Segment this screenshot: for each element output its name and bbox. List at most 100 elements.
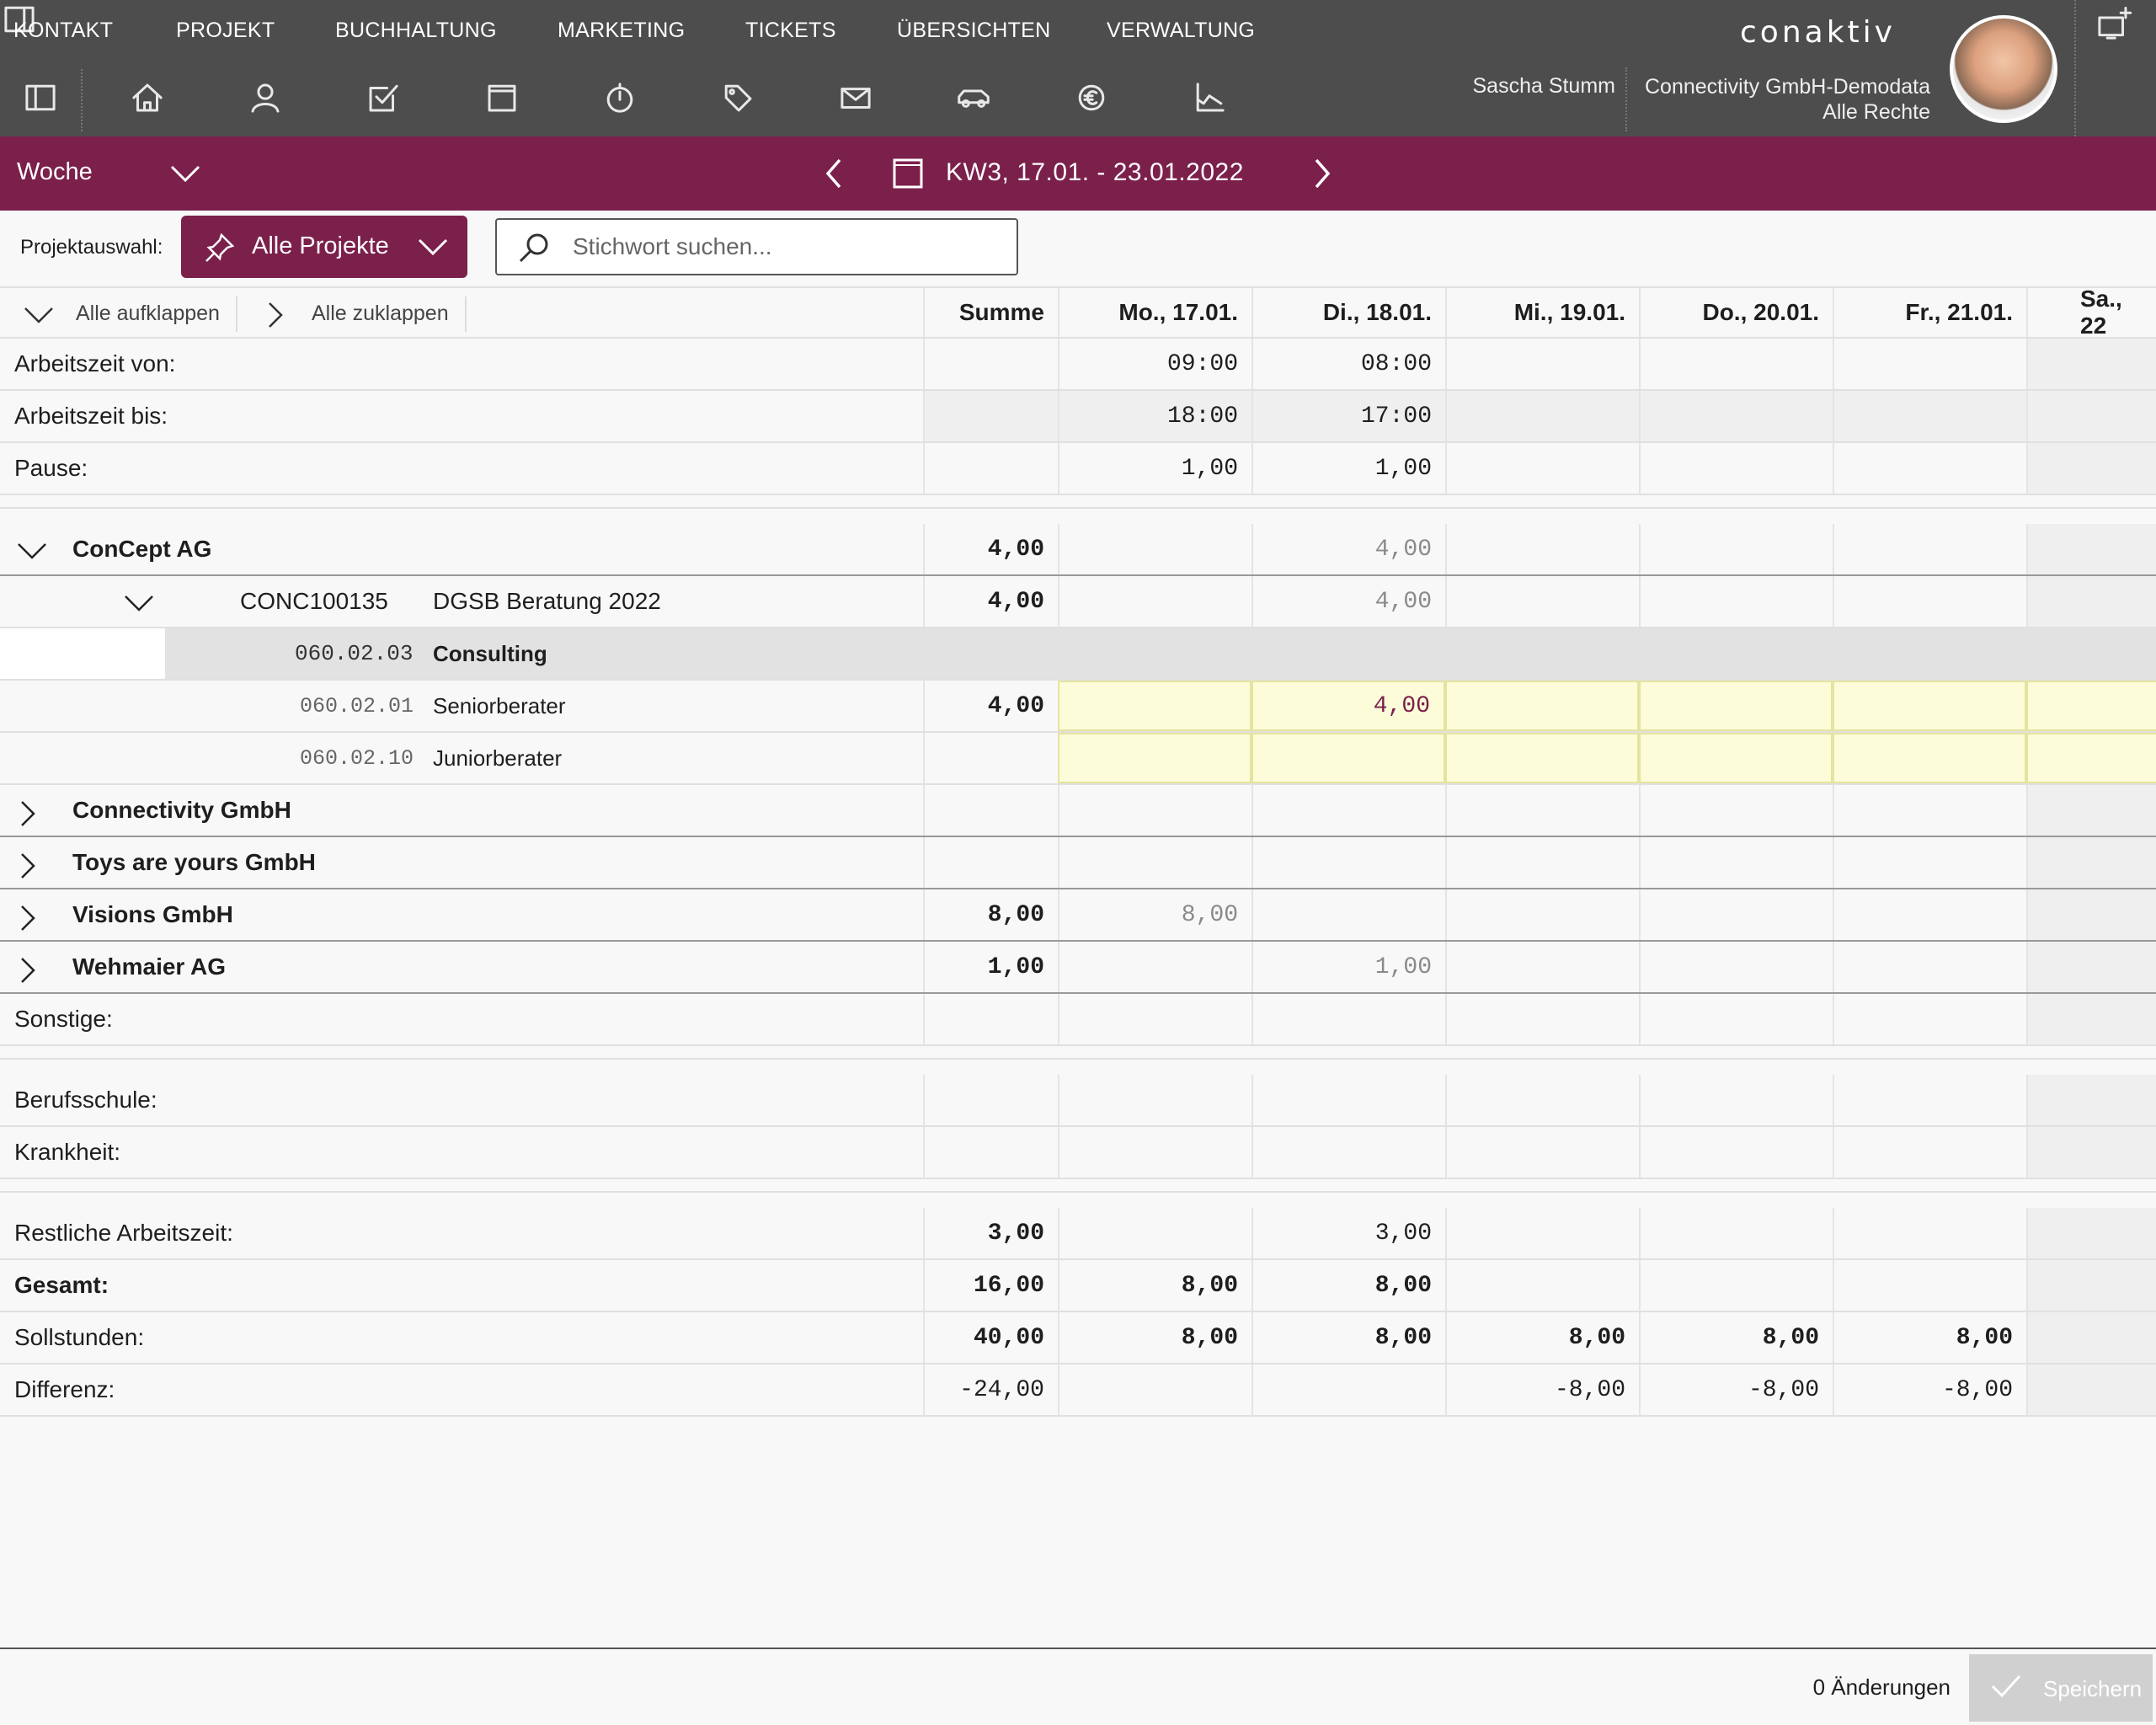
cell-di[interactable]: 08:00 <box>1251 339 1445 389</box>
cell-do: 8,00 <box>1639 1312 1833 1363</box>
menu-kontakt[interactable]: KONTAKT <box>13 19 113 43</box>
activity-code: 060.02.01 <box>300 693 414 718</box>
cell-mi[interactable] <box>1445 681 1639 731</box>
expand-row-icon[interactable] <box>15 955 40 990</box>
cell-do[interactable] <box>1639 733 1833 783</box>
menu-marketing[interactable]: MARKETING <box>558 19 685 43</box>
section-divider <box>0 1191 2156 1193</box>
cell-sum: 3,00 <box>923 1208 1058 1258</box>
expand-row-icon[interactable] <box>15 851 40 885</box>
cell-di[interactable] <box>1251 733 1445 783</box>
cell-mo[interactable] <box>1058 733 1251 783</box>
menu-verwaltung[interactable]: VERWALTUNG <box>1107 19 1255 43</box>
cell-sa <box>2026 837 2156 888</box>
search-input[interactable] <box>573 232 994 262</box>
cell-fr[interactable] <box>1833 733 2026 783</box>
home-icon[interactable] <box>122 72 173 123</box>
user-name[interactable]: Sascha Stumm <box>1432 74 1615 99</box>
cell-mo[interactable] <box>1058 681 1251 731</box>
cell-sa[interactable] <box>2026 681 2156 731</box>
cell-sa[interactable] <box>2026 339 2156 389</box>
cell-fr[interactable] <box>1833 443 2026 494</box>
collapse-project-icon[interactable] <box>122 590 156 619</box>
mail-icon[interactable] <box>830 72 881 123</box>
calendar-picker-icon[interactable] <box>893 158 923 193</box>
cell-do[interactable] <box>1639 443 1833 494</box>
expand-row-icon[interactable] <box>15 798 40 833</box>
cell-fr[interactable] <box>1833 391 2026 441</box>
task-name: Consulting <box>433 640 547 666</box>
sidebar-left-toggle-icon[interactable] <box>15 72 66 123</box>
stopwatch-icon[interactable] <box>595 72 645 123</box>
filter-bar: Projektauswahl: Alle Projekte <box>0 211 2156 286</box>
cell-sa[interactable] <box>2026 443 2156 494</box>
cell-mi[interactable] <box>1445 733 1639 783</box>
tag-icon[interactable] <box>712 72 763 123</box>
chevron-down-icon[interactable] <box>167 157 204 195</box>
expand-all-button[interactable]: Alle aufklappen <box>76 302 220 326</box>
cell-di <box>1251 1127 1445 1178</box>
cell-di[interactable]: 4,00 <box>1251 681 1445 731</box>
view-select[interactable]: Woche <box>17 158 93 186</box>
cell-mi[interactable] <box>1445 391 1639 441</box>
cell-do[interactable] <box>1639 339 1833 389</box>
cell-di[interactable]: 17:00 <box>1251 391 1445 441</box>
cell-do[interactable] <box>1639 681 1833 731</box>
euro-gear-icon[interactable] <box>1066 72 1117 123</box>
previous-week-icon[interactable] <box>821 155 846 196</box>
divider <box>465 296 467 332</box>
cell-sa[interactable] <box>2026 733 2156 783</box>
new-window-icon[interactable] <box>2094 5 2132 48</box>
cell-mo <box>1058 524 1251 574</box>
cell-sa <box>2026 1127 2156 1178</box>
menu-buchhaltung[interactable]: BUCHHALTUNG <box>335 19 497 43</box>
cell-di <box>1251 1075 1445 1125</box>
project-name[interactable]: DGSB Beratung 2022 <box>433 576 661 627</box>
car-icon[interactable] <box>948 72 999 123</box>
cell-mo <box>1058 837 1251 888</box>
menu-uebersichten[interactable]: ÜBERSICHTEN <box>897 19 1051 43</box>
cell-sum: 8,00 <box>923 889 1058 940</box>
cell-sa[interactable] <box>2026 391 2156 441</box>
company-info[interactable]: Connectivity GmbH-Demodata Alle Rechte <box>1625 74 1930 125</box>
project-select-button[interactable]: Alle Projekte <box>181 216 467 278</box>
cell-mi[interactable] <box>1445 443 1639 494</box>
search-field[interactable] <box>495 218 1018 275</box>
expand-row-icon[interactable] <box>15 903 40 937</box>
collapse-row-icon[interactable] <box>15 537 49 567</box>
cell-mo[interactable]: 1,00 <box>1058 443 1251 494</box>
customer-name[interactable]: Wehmaier AG <box>72 942 226 992</box>
collapse-all-button[interactable]: Alle zuklappen <box>312 302 449 326</box>
cell-do <box>1639 785 1833 836</box>
cell-fr <box>1833 1208 2026 1258</box>
menu-projekt[interactable]: PROJEKT <box>176 19 275 43</box>
customer-name[interactable]: Connectivity GmbH <box>72 785 291 836</box>
divider <box>81 69 83 131</box>
expand-all-icon[interactable] <box>22 302 56 331</box>
contact-person-icon[interactable] <box>240 72 291 123</box>
calendar-icon[interactable] <box>477 72 527 123</box>
cell-mi[interactable] <box>1445 339 1639 389</box>
col-header-summe: Summe <box>923 288 1058 337</box>
next-week-icon[interactable] <box>1310 155 1335 196</box>
customer-name[interactable]: Visions GmbH <box>72 889 233 940</box>
avatar[interactable] <box>1950 15 2057 123</box>
cell-di[interactable]: 1,00 <box>1251 443 1445 494</box>
customer-name[interactable]: Toys are yours GmbH <box>72 837 316 888</box>
task-check-icon[interactable] <box>358 72 408 123</box>
statistics-chart-icon[interactable] <box>1184 72 1235 123</box>
customer-name[interactable]: ConCept AG <box>72 524 211 574</box>
cell-do[interactable] <box>1639 391 1833 441</box>
pin-icon <box>203 231 237 271</box>
cell-mo[interactable]: 09:00 <box>1058 339 1251 389</box>
save-button[interactable]: Speichern <box>1969 1654 2153 1722</box>
collapse-all-icon[interactable] <box>263 300 288 334</box>
user-rights: Alle Rechte <box>1822 100 1930 124</box>
cell-fr[interactable] <box>1833 681 2026 731</box>
cell-mo[interactable]: 18:00 <box>1058 391 1251 441</box>
chevron-down-icon <box>415 231 451 270</box>
menu-tickets[interactable]: TICKETS <box>745 19 836 43</box>
cell-sa <box>2026 1365 2156 1415</box>
cell-fr[interactable] <box>1833 339 2026 389</box>
cell-di: 4,00 <box>1251 576 1445 627</box>
